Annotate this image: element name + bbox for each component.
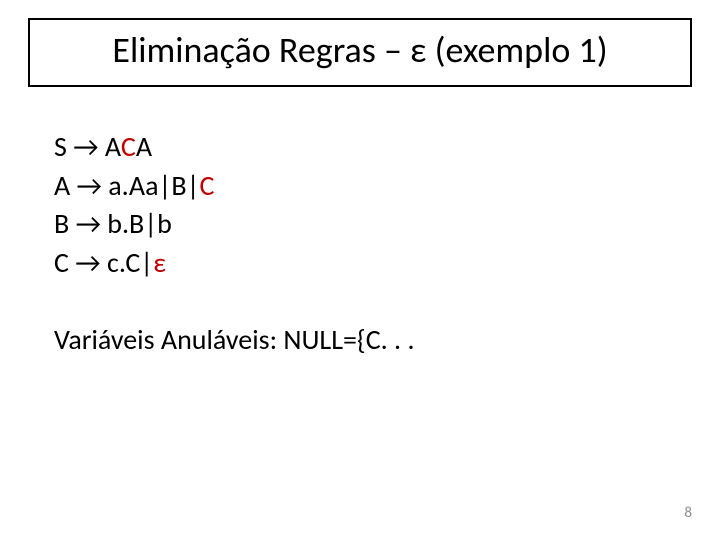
rule-rhs-pre: a.Aa|B| — [108, 168, 199, 203]
rule-arrow: → — [73, 129, 98, 164]
grammar-rule-B: B → b.B|b — [54, 205, 674, 244]
rule-lhs: S — [54, 129, 67, 164]
title-box: Eliminação Regras – ε (exemplo 1) — [28, 18, 692, 87]
rule-rhs-highlight: ε — [153, 245, 166, 280]
grammar-rule-A: A → a.Aa|B|C — [54, 167, 674, 206]
grammar-rule-C: C → c.C|ε — [54, 244, 674, 283]
rule-arrow: → — [76, 206, 101, 241]
rule-rhs-pre: b.B|b — [107, 206, 172, 241]
slide-body: S → ACA A → a.Aa|B|C B → b.B|b C → c.C|ε… — [54, 128, 674, 359]
rule-rhs-pre: A — [105, 129, 121, 164]
spacer — [54, 283, 674, 321]
rule-lhs: B — [54, 206, 69, 241]
grammar-rule-S: S → ACA — [54, 128, 674, 167]
rule-rhs-pre: c.C| — [107, 245, 153, 280]
slide-title: Eliminação Regras – ε (exemplo 1) — [112, 28, 607, 72]
rule-rhs-post: A — [136, 129, 152, 164]
nullables-line: Variáveis Anuláveis: NULL={C. . . — [54, 321, 674, 360]
rule-arrow: → — [77, 168, 102, 203]
rule-rhs-highlight: C — [200, 168, 215, 203]
rule-arrow: → — [75, 245, 100, 280]
page-number: 8 — [684, 504, 692, 522]
rule-lhs: A — [54, 168, 70, 203]
slide: Eliminação Regras – ε (exemplo 1) S → AC… — [0, 0, 720, 540]
rule-lhs: C — [54, 245, 69, 280]
rule-rhs-highlight: C — [121, 129, 136, 164]
